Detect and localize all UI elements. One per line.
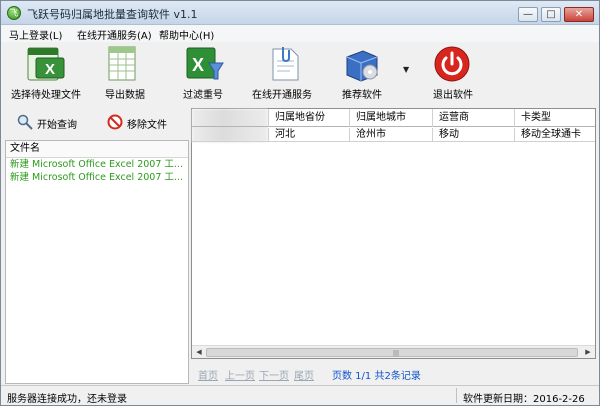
pager-last[interactable]: 尾页 (294, 367, 314, 382)
update-date: 软件更新日期：2016-2-26 (463, 394, 585, 405)
maximize-button[interactable]: □ (541, 7, 561, 22)
cell-province: 河北 (268, 128, 348, 142)
horizontal-scrollbar[interactable]: ◀ ||| ▶ (192, 345, 595, 358)
recommend-dropdown-button[interactable]: ▼ (403, 64, 409, 75)
menu-login[interactable]: 马上登录(L) (9, 27, 62, 42)
excel-filter-icon: X (186, 47, 224, 80)
app-logo-icon (7, 6, 21, 20)
exit-software-label: 退出软件 (433, 90, 473, 101)
close-button[interactable]: ✕ (564, 7, 594, 22)
pager-info: 页数 1/1 共2条记录 (332, 371, 421, 382)
start-query-button[interactable]: 开始查询 (17, 112, 89, 132)
pager-first[interactable]: 首页 (198, 367, 218, 382)
file-list-header: 文件名 (6, 141, 188, 158)
scroll-thumb[interactable]: ||| (206, 348, 578, 357)
file-list-item[interactable]: 新建 Microsoft Office Excel 2007 工... (6, 158, 188, 171)
column-header-city[interactable]: 归属地城市 (349, 109, 431, 127)
pager-next[interactable]: 下一页 (259, 367, 289, 382)
column-header-card-type[interactable]: 卡类型 (514, 109, 595, 127)
select-file-label: 选择待处理文件 (11, 90, 81, 101)
scroll-right-icon[interactable]: ▶ (582, 347, 594, 358)
menu-help-center[interactable]: 帮助中心(H) (159, 27, 214, 42)
grip-icon: ||| (393, 350, 400, 357)
cell-card-type: 移动全球通卡 (514, 128, 595, 142)
status-divider (456, 388, 457, 403)
window-title: 飞跃号码归属地批量查询软件 v1.1 (27, 8, 198, 21)
no-entry-icon (107, 114, 123, 130)
menu-bar: 马上登录(L) 在线开通服务(A) 帮助中心(H) (1, 25, 599, 42)
online-service-label: 在线开通服务 (252, 90, 312, 101)
magnifier-icon (17, 114, 33, 130)
file-list: 文件名 新建 Microsoft Office Excel 2007 工... … (5, 140, 189, 384)
remove-file-button[interactable]: 移除文件 (107, 112, 179, 132)
minimize-button[interactable]: — (518, 7, 538, 22)
svg-text:X: X (192, 55, 204, 75)
menu-online-service[interactable]: 在线开通服务(A) (77, 27, 152, 42)
status-bar: 服务器连接成功，还未登录 软件更新日期：2016-2-26 (1, 385, 599, 405)
cell-carrier: 移动 (432, 128, 514, 142)
start-query-label: 开始查询 (37, 120, 77, 131)
title-bar[interactable]: 飞跃号码归属地批量查询软件 v1.1 — □ ✕ (1, 1, 599, 25)
left-panel: 开始查询 移除文件 文件名 新建 Microsoft Office Excel … (5, 106, 189, 386)
connection-status: 服务器连接成功，还未登录 (7, 394, 127, 405)
scroll-left-icon[interactable]: ◀ (193, 347, 205, 358)
chevron-down-icon: ▼ (403, 65, 410, 74)
export-data-label: 导出数据 (105, 90, 145, 101)
spreadsheet-export-icon (108, 46, 136, 81)
pager-prev[interactable]: 上一页 (225, 367, 255, 382)
cell-city: 沧州市 (349, 128, 431, 142)
column-header-carrier[interactable]: 运营商 (432, 109, 514, 127)
file-list-item[interactable]: 新建 Microsoft Office Excel 2007 工... (6, 171, 188, 184)
remove-file-label: 移除文件 (127, 120, 167, 131)
power-icon (434, 46, 470, 82)
toolbar: X 选择待处理文件 导出数据 X 过滤重号 在线开通服务 推荐软件 ▼ 退出软件 (1, 42, 599, 104)
filter-duplicates-label: 过滤重号 (183, 90, 223, 101)
recommend-software-label: 推荐软件 (342, 90, 382, 101)
result-grid: 归属地省份 归属地城市 运营商 卡类型 河北 沧州市 移动 移动全球通卡 ◀ |… (191, 108, 596, 359)
document-clip-icon (272, 47, 299, 81)
app-window: 飞跃号码归属地批量查询软件 v1.1 — □ ✕ 马上登录(L) 在线开通服务(… (0, 0, 600, 406)
grid-header: 归属地省份 归属地城市 运营商 卡类型 (192, 109, 595, 127)
excel-file-icon: X (27, 47, 65, 81)
svg-text:X: X (45, 61, 55, 78)
column-header-province[interactable]: 归属地省份 (268, 109, 348, 127)
software-box-icon (346, 50, 378, 82)
table-row[interactable]: 河北 沧州市 移动 移动全球通卡 (192, 128, 595, 142)
